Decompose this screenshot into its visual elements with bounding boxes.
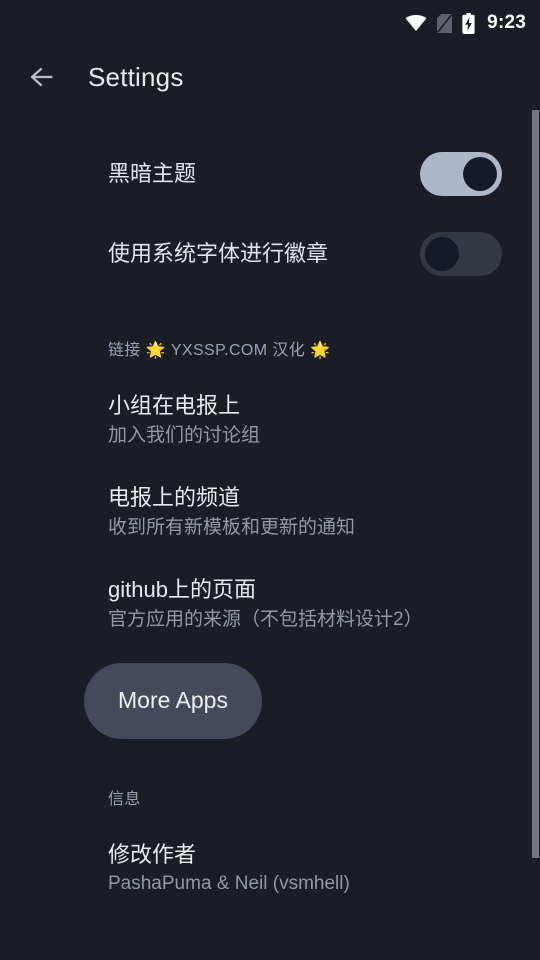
setting-row-system-font-badges[interactable]: 使用系统字体进行徽章 [0, 214, 540, 294]
status-bar: 9:23 [0, 0, 540, 46]
list-item-subtitle: 收到所有新模板和更新的通知 [108, 516, 356, 538]
list-item-telegram-channel[interactable]: 电报上的频道 收到所有新模板和更新的通知 [0, 484, 540, 540]
back-button[interactable] [22, 55, 66, 99]
app-bar: Settings [0, 46, 540, 108]
scrollbar-track[interactable] [532, 110, 540, 858]
list-item-subtitle: 官方应用的来源（不包括材料设计2） [108, 609, 423, 631]
toggle-thumb [425, 237, 459, 271]
page-title: Settings [88, 61, 184, 92]
setting-label-system-font-badges: 使用系统字体进行徽章 [108, 241, 329, 267]
list-item-title: 电报上的频道 [108, 485, 241, 511]
section-header-info: 信息 [108, 790, 141, 808]
list-item-title: 修改作者 [108, 841, 197, 867]
status-bar-icons: 9:23 [405, 12, 526, 34]
more-apps-container: More Apps [0, 662, 540, 739]
status-bar-clock: 9:23 [487, 12, 526, 33]
section-header-links: 链接 🌟 YXSSP.COM 汉化 🌟 [108, 342, 331, 359]
toggle-thumb [463, 157, 497, 191]
sim-card-disabled-icon [437, 13, 453, 33]
list-item-github-page[interactable]: github上的页面 官方应用的来源（不包括材料设计2） [0, 576, 540, 632]
list-item-title: 小组在电报上 [108, 393, 241, 418]
list-item-subtitle: 加入我们的讨论组 [108, 424, 261, 446]
setting-row-dark-theme[interactable]: 黑暗主题 [0, 134, 540, 214]
list-item-telegram-group[interactable]: 小组在电报上 加入我们的讨论组 [0, 392, 540, 448]
more-apps-button[interactable]: More Apps [84, 662, 262, 739]
scrollbar-thumb[interactable] [532, 110, 539, 858]
list-item-subtitle: PashaPuma & Neil (vsmhell) [108, 873, 350, 895]
wifi-icon [405, 15, 427, 31]
toggle-dark-theme[interactable] [420, 152, 502, 196]
list-item-mod-author[interactable]: 修改作者 PashaPuma & Neil (vsmhell) [0, 841, 540, 897]
settings-scroll-content: 黑暗主题 使用系统字体进行徽章 链接 🌟 YXSSP.COM 汉化 🌟 小组在电… [0, 134, 540, 897]
battery-charging-icon [462, 12, 475, 34]
arrow-left-icon [29, 65, 59, 89]
setting-label-dark-theme: 黑暗主题 [108, 161, 197, 187]
toggle-system-font-badges[interactable] [420, 232, 502, 276]
list-item-title: github上的页面 [108, 577, 256, 603]
